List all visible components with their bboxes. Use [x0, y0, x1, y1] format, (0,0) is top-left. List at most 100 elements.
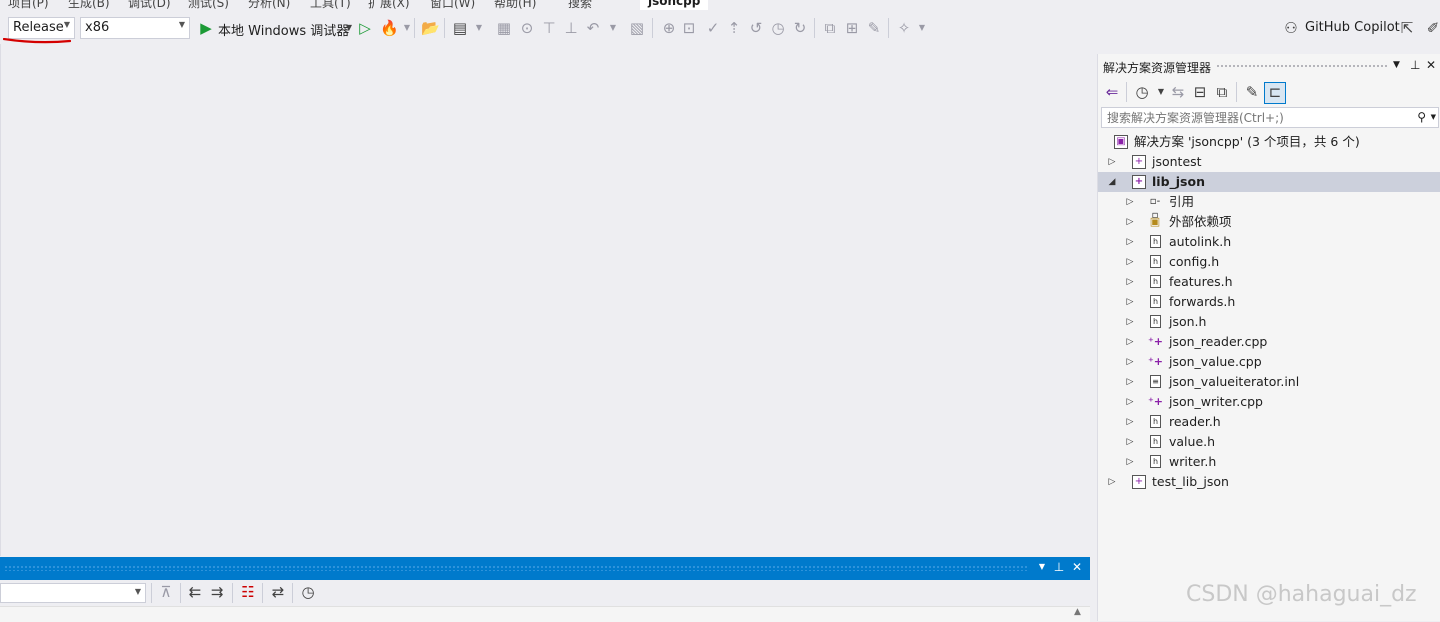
menu-debug[interactable]: 调试(D) [128, 0, 171, 10]
tree-item-file[interactable]: ▷ h config.h [1098, 252, 1440, 272]
copilot-icon[interactable]: ⚇ [1282, 19, 1300, 37]
attach-icon[interactable]: ▧ [628, 19, 646, 37]
tree-item-file[interactable]: ▷ ≡ json_valueiterator.inl [1098, 372, 1440, 392]
project-node-lib-json[interactable]: ◢ + lib_json [1098, 172, 1440, 192]
pending-changes-icon[interactable]: ◷ [1133, 83, 1151, 101]
pin-icon[interactable]: ⊥ [1052, 560, 1066, 574]
expand-arrow-icon[interactable]: ▷ [1125, 272, 1135, 292]
search-options-icon[interactable]: ▼ [1431, 113, 1436, 121]
expand-arrow-icon[interactable]: ▷ [1107, 152, 1117, 172]
expand-arrow-icon[interactable]: ▷ [1125, 432, 1135, 452]
expand-arrow-icon[interactable]: ▷ [1107, 472, 1117, 492]
platform-select[interactable]: x86 ▼ [80, 17, 190, 39]
expand-arrow-icon[interactable]: ▷ [1125, 352, 1135, 372]
properties-icon[interactable]: ✎ [1243, 83, 1261, 101]
preview-icon[interactable]: ⊏ [1264, 82, 1286, 104]
scroll-up-icon[interactable]: ▲ [1074, 607, 1081, 617]
compare-icon[interactable]: ⧉ [821, 19, 839, 37]
feedback-icon[interactable]: ✐ [1424, 19, 1440, 37]
github-copilot-button[interactable]: GitHub Copilot [1305, 20, 1400, 35]
expand-arrow-icon[interactable]: ▷ [1125, 332, 1135, 352]
share-icon[interactable]: ⇱ [1398, 19, 1416, 37]
tree-item-file[interactable]: ▷ h features.h [1098, 272, 1440, 292]
tree-item-file[interactable]: ▷ ⁺+ json_value.cpp [1098, 352, 1440, 372]
panel-menu-icon[interactable]: ▼ [1393, 60, 1400, 70]
expand-arrow-icon[interactable]: ▷ [1125, 392, 1135, 412]
output-panel-content[interactable]: ▲ [0, 606, 1090, 622]
fetch-icon[interactable]: ⊕ [660, 19, 678, 37]
push-icon[interactable]: ⇡ [725, 19, 743, 37]
tree-item-file[interactable]: ▷ h json.h [1098, 312, 1440, 332]
menu-analyze[interactable]: 分析(N) [248, 0, 290, 10]
configuration-select[interactable]: Release ▼ [8, 17, 75, 39]
history-icon[interactable]: ◷ [769, 19, 787, 37]
expand-arrow-icon[interactable]: ▷ [1125, 372, 1135, 392]
expand-arrow-icon[interactable]: ▷ [1125, 452, 1135, 472]
extension-dropdown-icon[interactable]: ▼ [913, 19, 931, 37]
expand-arrow-icon[interactable]: ▷ [1125, 312, 1135, 332]
close-icon[interactable]: ✕ [1070, 560, 1084, 574]
collapse-all-icon[interactable]: ⊟ [1191, 83, 1209, 101]
output-source-select[interactable]: ▼ [0, 583, 146, 603]
menu-tools[interactable]: 工具(T) [310, 0, 351, 10]
tree-item-file[interactable]: ▷ h autolink.h [1098, 232, 1440, 252]
breakpoint-icon[interactable]: ⊙ [518, 19, 536, 37]
tree-item-file[interactable]: ▷ ⁺+ json_reader.cpp [1098, 332, 1440, 352]
timestamp-icon[interactable]: ◷ [299, 583, 317, 601]
menu-test[interactable]: 测试(S) [188, 0, 229, 10]
expand-arrow-icon[interactable]: ▷ [1125, 292, 1135, 312]
close-icon[interactable]: ✕ [1426, 58, 1436, 72]
clear-all-icon[interactable]: ☷ [239, 583, 257, 601]
tree-item-references[interactable]: ▷ ▫-▫ 引用 [1098, 192, 1440, 221]
show-all-files-icon[interactable]: ⧉ [1213, 83, 1231, 101]
search-box[interactable]: 搜索 [568, 0, 592, 10]
extension-tool-icon[interactable]: ✧ [895, 19, 913, 37]
expand-arrow-icon[interactable]: ▷ [1125, 252, 1135, 272]
wrench-icon[interactable]: ✎ [865, 19, 883, 37]
expand-arrow-icon[interactable]: ▷ [1125, 412, 1135, 432]
project-node-jsontest[interactable]: ▷ + jsontest [1098, 152, 1440, 172]
menu-build[interactable]: 生成(B) [68, 0, 110, 10]
undo-dropdown-icon[interactable]: ▼ [604, 19, 622, 37]
tree-item-file[interactable]: ▷ h reader.h [1098, 412, 1440, 432]
revert-icon[interactable]: ↺ [747, 19, 765, 37]
menu-project[interactable]: 项目(P) [8, 0, 49, 10]
tree-item-file[interactable]: ▷ ⁺+ json_writer.cpp [1098, 392, 1440, 412]
expand-arrow-icon[interactable]: ▷ [1125, 192, 1135, 212]
tree-item-external-deps[interactable]: ▷ ▣ 外部依赖项 [1098, 212, 1440, 232]
window-layout-icon[interactable]: ▤ [451, 19, 469, 37]
filter-dropdown-icon[interactable]: ▼ [1152, 83, 1170, 101]
switch-views-icon[interactable]: ⇐ [1103, 83, 1121, 101]
pin-icon[interactable]: ⊥ [1410, 58, 1420, 72]
next-message-icon[interactable]: ⇉ [208, 583, 226, 601]
start-debugger-button[interactable]: 本地 Windows 调试器 [218, 20, 349, 39]
upload-icon[interactable]: ⊥ [562, 19, 580, 37]
format-icon[interactable]: ⊤ [540, 19, 558, 37]
solution-search-box[interactable]: ⚲ ▼ [1101, 107, 1439, 128]
project-node-test-lib-json[interactable]: ▷ + test_lib_json [1098, 472, 1440, 492]
menu-help[interactable]: 帮助(H) [494, 0, 536, 10]
word-wrap-icon[interactable]: ⇄ [269, 583, 287, 601]
undo-icon[interactable]: ↶ [584, 19, 602, 37]
layout-dropdown-icon[interactable]: ▼ [470, 19, 488, 37]
solution-node[interactable]: ▣ 解决方案 'jsoncpp' (3 个项目，共 6 个) [1098, 132, 1440, 152]
menu-window[interactable]: 窗口(W) [430, 0, 475, 10]
diagram-icon[interactable]: ⊞ [843, 19, 861, 37]
tree-item-file[interactable]: ▷ h value.h [1098, 432, 1440, 452]
previous-message-icon[interactable]: ⇇ [186, 583, 204, 601]
expand-arrow-icon[interactable]: ▷ [1125, 212, 1135, 232]
expand-arrow-icon[interactable]: ▷ [1125, 232, 1135, 252]
panel-menu-icon[interactable]: ▼ [1035, 562, 1049, 571]
find-message-icon[interactable]: ⊼ [157, 583, 175, 601]
stash-icon[interactable]: ⊡ [680, 19, 698, 37]
start-without-debug-icon[interactable]: ▷ [356, 19, 374, 37]
tree-item-file[interactable]: ▷ h writer.h [1098, 452, 1440, 472]
menu-extensions[interactable]: 扩展(X) [368, 0, 410, 10]
sync-icon[interactable]: ⇆ [1169, 83, 1187, 101]
collapse-arrow-icon[interactable]: ◢ [1107, 172, 1117, 192]
hot-reload-icon[interactable]: 🔥 [380, 19, 399, 37]
tree-item-file[interactable]: ▷ h forwards.h [1098, 292, 1440, 312]
refresh-icon[interactable]: ↻ [791, 19, 809, 37]
solution-search-input[interactable] [1105, 110, 1409, 126]
find-in-files-icon[interactable]: 📂 [421, 19, 440, 37]
